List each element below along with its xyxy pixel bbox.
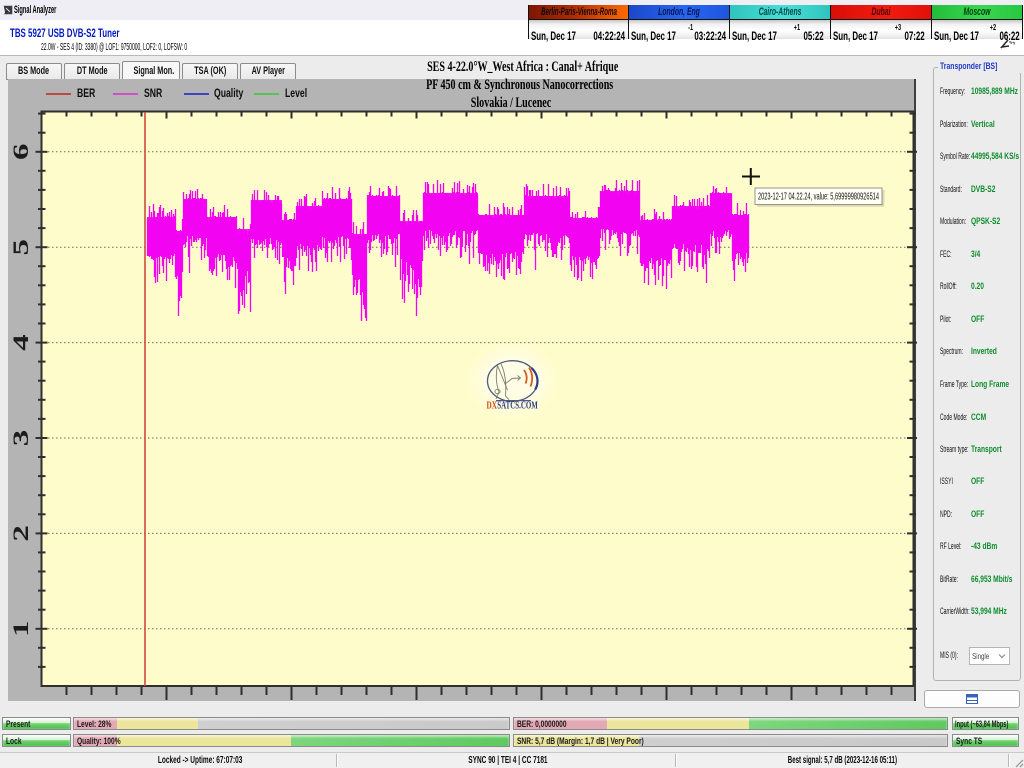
svg-text:DX: DX bbox=[487, 401, 498, 412]
svg-text:SATCS.COM: SATCS.COM bbox=[497, 401, 538, 412]
svg-text:6: 6 bbox=[9, 144, 33, 161]
svg-text:5: 5 bbox=[9, 239, 33, 255]
svg-text:3: 3 bbox=[9, 430, 33, 447]
svg-text:4: 4 bbox=[9, 334, 33, 351]
svg-text:1: 1 bbox=[9, 621, 33, 637]
svg-text:2: 2 bbox=[9, 525, 33, 541]
svg-text:2023-12-17 04.22.24, value: 5,: 2023-12-17 04.22.24, value: 5,6999998092… bbox=[758, 191, 879, 203]
